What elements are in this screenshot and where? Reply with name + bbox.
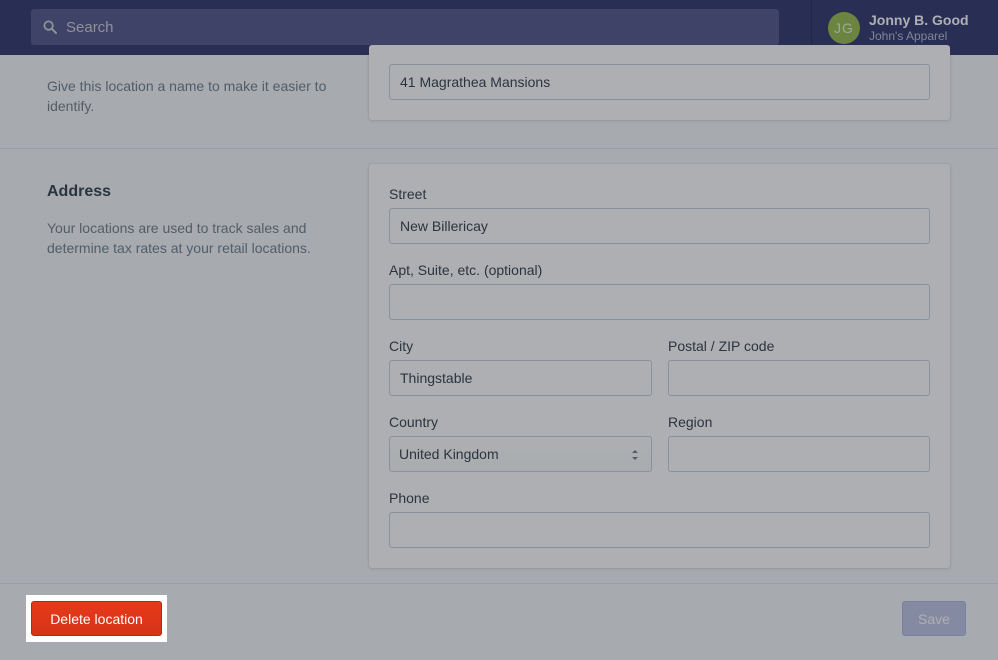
postal-label: Postal / ZIP code bbox=[668, 338, 775, 354]
country-label: Country bbox=[389, 414, 439, 430]
avatar[interactable]: JG bbox=[828, 11, 860, 44]
phone-field[interactable] bbox=[389, 512, 930, 548]
city-label: City bbox=[389, 338, 414, 354]
address-heading: Address bbox=[47, 183, 112, 200]
search-box[interactable] bbox=[31, 9, 779, 45]
delete-location-button[interactable]: Delete location bbox=[31, 601, 162, 636]
user-name: Jonny B. Good bbox=[869, 11, 969, 28]
region-label: Region bbox=[668, 414, 713, 430]
section-divider bbox=[0, 148, 998, 149]
search-input[interactable] bbox=[66, 9, 746, 45]
location-name-section-text: Give this location a name to make it eas… bbox=[47, 76, 337, 116]
country-selected-value: United Kingdom bbox=[399, 446, 499, 462]
city-field[interactable] bbox=[389, 360, 652, 396]
footer-divider bbox=[0, 583, 998, 584]
postal-field[interactable] bbox=[668, 360, 930, 396]
location-name-field[interactable] bbox=[389, 64, 930, 100]
address-section-text: Address Your locations are used to track… bbox=[47, 183, 337, 258]
phone-label: Phone bbox=[389, 490, 430, 506]
country-select[interactable]: United Kingdom bbox=[389, 436, 652, 472]
shop-name: John's Apparel bbox=[869, 28, 948, 43]
save-button[interactable]: Save bbox=[902, 601, 966, 636]
apt-label: Apt, Suite, etc. (optional) bbox=[389, 262, 543, 278]
region-field[interactable] bbox=[668, 436, 930, 472]
select-arrows-icon bbox=[632, 450, 638, 460]
street-label: Street bbox=[389, 186, 427, 202]
apt-field[interactable] bbox=[389, 284, 930, 320]
user-info: Jonny B. Good John's Apparel bbox=[869, 12, 969, 44]
location-name-description: Give this location a name to make it eas… bbox=[47, 78, 327, 114]
address-description: Your locations are used to track sales a… bbox=[47, 220, 311, 256]
street-field[interactable] bbox=[389, 208, 930, 244]
search-icon bbox=[43, 20, 57, 34]
